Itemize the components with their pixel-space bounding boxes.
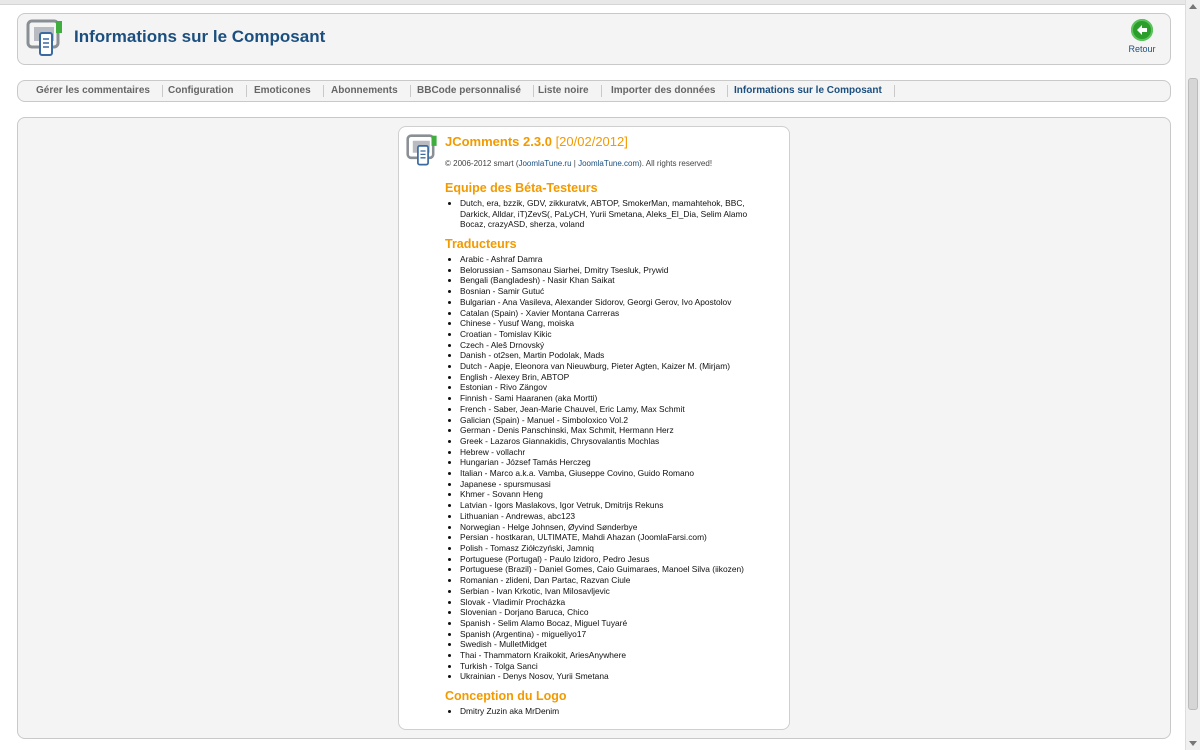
scroll-down-icon[interactable] xyxy=(1189,741,1197,746)
translator-item: Swedish - MulletMidget xyxy=(460,639,744,650)
tab-informations[interactable]: Informations sur le Composant xyxy=(722,85,895,97)
translator-item: Bosnian - Samir Gutuć xyxy=(460,286,744,297)
translator-item: Belorussian - Samsonau Siarhei, Dmitry T… xyxy=(460,265,744,276)
vertical-scrollbar[interactable] xyxy=(1185,0,1200,750)
translator-item: Spanish - Selim Alamo Bocaz, Miguel Tuya… xyxy=(460,618,744,629)
translator-item: Polish - Tomasz Ziółczyński, Jamniq xyxy=(460,543,744,554)
tab-bbcode[interactable]: BBCode personnalisé xyxy=(405,85,534,97)
translator-item: Chinese - Yusuf Wang, moiska xyxy=(460,318,744,329)
translator-item: Czech - Aleš Drnovský xyxy=(460,340,744,351)
tab-configuration[interactable]: Configuration xyxy=(156,85,247,97)
page-title: Informations sur le Composant xyxy=(74,27,326,46)
translator-item: Hebrew - vollachr xyxy=(460,447,744,458)
translator-item: Arabic - Ashraf Damra xyxy=(460,254,744,265)
translator-item: Serbian - Ivan Krkotic, Ivan Milosavljev… xyxy=(460,586,744,597)
translator-item: Finnish - Sami Haaranen (aka Mortti) xyxy=(460,393,744,404)
translator-item: Dutch - Aapje, Eleonora van Nieuwburg, P… xyxy=(460,361,744,372)
translator-item: Persian - hostkaran, ULTIMATE, Mahdi Aha… xyxy=(460,532,744,543)
toolbar-header: Informations sur le Composant Retour xyxy=(17,13,1171,65)
translator-item: Latvian - Igors Maslakovs, Igor Vetruk, … xyxy=(460,500,744,511)
translator-item: Romanian - zlideni, Dan Partac, Razvan C… xyxy=(460,575,744,586)
translator-item: Slovenian - Dorjano Baruca, Chico xyxy=(460,607,744,618)
translator-item: Turkish - Tolga Sanci xyxy=(460,661,744,672)
translator-item: French - Saber, Jean-Marie Chauvel, Eric… xyxy=(460,404,744,415)
translator-item: Japanese - spursmusasi xyxy=(460,479,744,490)
scrollbar-thumb[interactable] xyxy=(1188,78,1198,710)
translator-item: Khmer - Sovann Heng xyxy=(460,489,744,500)
translator-item: Croatian - Tomislav Kikic xyxy=(460,329,744,340)
translator-item: Portuguese (Portugal) - Paulo Izidoro, P… xyxy=(460,554,744,565)
back-button[interactable]: Retour xyxy=(1122,19,1162,54)
component-info-card: JComments 2.3.0 [20/02/2012] © 2006-2012… xyxy=(398,126,790,730)
translators-list: Arabic - Ashraf DamraBelorussian - Samso… xyxy=(445,254,744,682)
translator-item: Thai - Thammatorn Kraikokit, AriesAnywhe… xyxy=(460,650,744,661)
tab-emoticones[interactable]: Emoticones xyxy=(242,85,324,97)
translator-item: Bengali (Bangladesh) - Nasir Khan Saikat xyxy=(460,275,744,286)
translator-item: English - Alexey Brin, ABTOP xyxy=(460,372,744,383)
tab-importer[interactable]: Importer des données xyxy=(599,85,729,97)
translator-item: Spanish (Argentina) - migueliyo17 xyxy=(460,629,744,640)
translator-item: Estonian - Rivo Zängov xyxy=(460,382,744,393)
component-title: JComments 2.3.0 [20/02/2012] xyxy=(445,134,628,149)
translator-item: Greek - Lazaros Giannakidis, Chrysovalan… xyxy=(460,436,744,447)
component-name: JComments 2.3.0 xyxy=(445,134,552,149)
translator-item: Italian - Marco a.k.a. Vamba, Giuseppe C… xyxy=(460,468,744,479)
link-joomlatune-com[interactable]: JoomlaTune.com xyxy=(578,159,639,168)
copyright-suffix: ). All rights reserved! xyxy=(639,159,713,168)
translator-item: Galician (Spain) - Manuel - Simboloxico … xyxy=(460,415,744,426)
tab-bar: Gérer les commentaires Configuration Emo… xyxy=(17,80,1171,102)
translators-heading: Traducteurs xyxy=(445,237,517,251)
translator-item: Norwegian - Helge Johnsen, Øyvind Sønder… xyxy=(460,522,744,533)
component-date: [20/02/2012] xyxy=(555,134,628,149)
translator-item: Slovak - Vladimír Procházka xyxy=(460,597,744,608)
tab-gerer-commentaires[interactable]: Gérer les commentaires xyxy=(24,85,163,97)
logo-design-list: Dmitry Zuzin aka MrDenim xyxy=(445,706,559,717)
copyright-prefix: © 2006-2012 smart ( xyxy=(445,159,519,168)
jcomments-logo-icon xyxy=(406,134,437,166)
scroll-up-icon[interactable] xyxy=(1189,4,1197,9)
translator-item: Hungarian - József Tamás Herczeg xyxy=(460,457,744,468)
beta-testers-heading: Equipe des Béta-Testeurs xyxy=(445,181,598,195)
link-joomlatune-ru[interactable]: JoomlaTune.ru xyxy=(518,159,571,168)
jcomments-logo-icon xyxy=(26,19,62,56)
translator-item: German - Denis Panschinski, Max Schmit, … xyxy=(460,425,744,436)
main-panel: JComments 2.3.0 [20/02/2012] © 2006-2012… xyxy=(17,117,1171,739)
translator-item: Ukrainian - Denys Nosov, Yurii Smetana xyxy=(460,671,744,682)
back-arrow-icon xyxy=(1131,19,1153,41)
translator-item: Portuguese (Brazil) - Daniel Gomes, Caio… xyxy=(460,564,744,575)
translator-item: Bulgarian - Ana Vasileva, Alexander Sido… xyxy=(460,297,744,308)
translator-item: Catalan (Spain) - Xavier Montana Carrera… xyxy=(460,308,744,319)
list-item: Dmitry Zuzin aka MrDenim xyxy=(460,706,559,717)
back-label: Retour xyxy=(1128,44,1156,54)
tab-liste-noire[interactable]: Liste noire xyxy=(526,85,602,97)
logo-design-heading: Conception du Logo xyxy=(445,689,567,703)
top-border xyxy=(0,0,1186,5)
list-item: Dutch, era, bzzik, GDV, zikkuratvk, ABTO… xyxy=(460,198,760,230)
tab-abonnements[interactable]: Abonnements xyxy=(319,85,411,97)
translator-item: Lithuanian - Andrewas, abc123 xyxy=(460,511,744,522)
translator-item: Danish - ot2sen, Martin Podolak, Mads xyxy=(460,350,744,361)
copyright-line: © 2006-2012 smart (JoomlaTune.ru | Jooml… xyxy=(445,159,712,168)
beta-testers-list: Dutch, era, bzzik, GDV, zikkuratvk, ABTO… xyxy=(445,198,760,230)
